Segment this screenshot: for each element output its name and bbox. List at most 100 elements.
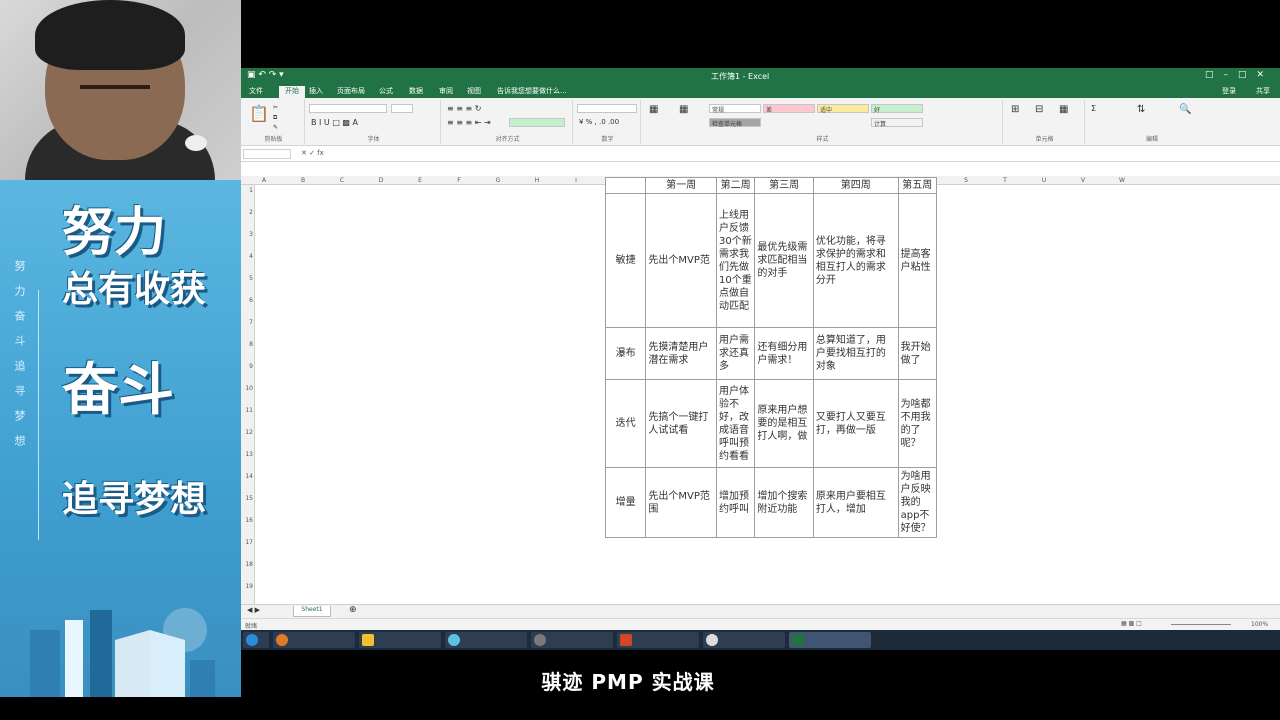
table-cell[interactable]: 我开始做了 <box>897 327 938 380</box>
taskbar-item-app-2[interactable] <box>531 632 613 648</box>
column-header[interactable]: C <box>337 177 347 184</box>
window-controls[interactable]: □–□✕ <box>1205 70 1274 80</box>
taskbar-item-browser[interactable] <box>273 632 355 648</box>
fx-icon[interactable]: ✕ ✓ fx <box>301 149 324 157</box>
taskbar-item-excel[interactable] <box>789 632 871 648</box>
sort-filter-icon[interactable]: ⇅ <box>1137 104 1145 115</box>
share-button[interactable]: 共享 <box>1256 86 1270 96</box>
name-box[interactable] <box>243 149 291 159</box>
tab-data[interactable]: 数据 <box>409 86 423 96</box>
table-header-cell[interactable]: 第三周 <box>754 177 814 194</box>
font-name-select[interactable] <box>309 104 387 113</box>
column-header[interactable]: A <box>259 177 269 184</box>
paste-icon[interactable]: 📋 <box>249 104 269 123</box>
find-select-icon[interactable]: 🔍 <box>1179 104 1191 115</box>
row-header[interactable]: 6 <box>243 297 253 304</box>
tab-home[interactable]: 开始 <box>279 86 305 98</box>
table-cell[interactable]: 又要打人又要互打，再做一版 <box>812 379 899 468</box>
table-cell[interactable]: 增加预约呼叫 <box>715 467 756 538</box>
login-link[interactable]: 登录 <box>1222 86 1236 96</box>
view-icons[interactable]: ▦ ▩ □ <box>1121 620 1142 627</box>
cut-icon[interactable]: ✂ <box>273 104 278 111</box>
row-header[interactable]: 15 <box>243 495 253 502</box>
number-format-icons[interactable]: ¥ % , .0 .00 <box>579 118 619 126</box>
table-header-cell[interactable]: 第二周 <box>715 177 756 194</box>
table-cell[interactable]: 为啥都不用我的了呢？ <box>897 379 938 468</box>
style-normal[interactable]: 常规 <box>709 104 761 114</box>
copy-icon[interactable]: ⧉ <box>273 114 277 122</box>
table-cell[interactable]: 最优先级需求匹配相当的对手 <box>754 193 814 328</box>
row-header[interactable]: 16 <box>243 517 253 524</box>
column-header[interactable]: H <box>532 177 542 184</box>
insert-cells-icon[interactable]: ⊞ <box>1011 104 1019 115</box>
row-header[interactable]: 8 <box>243 341 253 348</box>
row-header[interactable]: 13 <box>243 451 253 458</box>
autosum-icon[interactable]: Σ <box>1091 104 1096 113</box>
table-cell[interactable]: 先出个MVP范 <box>645 193 717 328</box>
row-header[interactable]: 11 <box>243 407 253 414</box>
tab-view[interactable]: 视图 <box>467 86 481 96</box>
style-check-cell[interactable]: 检查单元格 <box>709 118 761 128</box>
row-header[interactable]: 14 <box>243 473 253 480</box>
row-header[interactable]: 5 <box>243 275 253 282</box>
style-neutral[interactable]: 适中 <box>817 104 869 114</box>
column-header[interactable]: I <box>571 177 581 184</box>
row-header[interactable]: 7 <box>243 319 253 326</box>
tell-me-box[interactable]: 告诉我您想要做什么... <box>497 86 567 96</box>
table-cell[interactable]: 还有细分用户需求！ <box>754 327 814 380</box>
sheet-tab[interactable]: Sheet1 <box>293 606 331 617</box>
format-painter-icon[interactable]: ✎ <box>273 124 278 131</box>
merge-center-button[interactable] <box>509 118 565 127</box>
zoom-slider[interactable] <box>1171 624 1231 625</box>
sheet-nav-icons[interactable]: ◀ ▶ <box>247 606 260 614</box>
column-header[interactable]: F <box>454 177 464 184</box>
taskbar-item-explorer[interactable] <box>359 632 441 648</box>
tab-insert[interactable]: 插入 <box>309 86 323 96</box>
table-cell[interactable]: 原来用户想要的是相互打人啊，做 <box>754 379 814 468</box>
row-label-cell[interactable]: 迭代 <box>604 379 647 468</box>
table-cell[interactable]: 用户体验不好，改成语音呼叫预约看看 <box>715 379 756 468</box>
table-header-cell[interactable] <box>604 177 647 194</box>
column-header[interactable]: V <box>1078 177 1088 184</box>
column-header[interactable]: T <box>1000 177 1010 184</box>
taskbar-item-powerpoint[interactable] <box>617 632 699 648</box>
taskbar-item-app-3[interactable] <box>703 632 785 648</box>
table-header-cell[interactable]: 第一周 <box>645 177 717 194</box>
style-good[interactable]: 好 <box>871 104 923 114</box>
table-cell[interactable]: 增加个搜索附近功能 <box>754 467 814 538</box>
conditional-format-icon[interactable]: ▦ <box>649 104 658 115</box>
table-cell[interactable]: 优化功能，将寻求保护的需求和相互打人的需求分开 <box>812 193 899 328</box>
table-header-cell[interactable]: 第四周 <box>812 177 899 194</box>
delete-cells-icon[interactable]: ⊟ <box>1035 104 1043 115</box>
style-bad[interactable]: 差 <box>763 104 815 114</box>
row-header[interactable]: 2 <box>243 209 253 216</box>
add-sheet-icon[interactable]: ⊕ <box>349 605 357 615</box>
table-format-icon[interactable]: ▦ <box>679 104 688 115</box>
format-cells-icon[interactable]: ▦ <box>1059 104 1068 115</box>
row-header[interactable]: 12 <box>243 429 253 436</box>
table-cell[interactable]: 先搞个一键打人试试看 <box>645 379 717 468</box>
formula-input[interactable] <box>351 149 1271 159</box>
table-cell[interactable]: 先出个MVP范围 <box>645 467 717 538</box>
column-header[interactable]: B <box>298 177 308 184</box>
column-header[interactable]: W <box>1117 177 1127 184</box>
column-header[interactable]: G <box>493 177 503 184</box>
row-label-cell[interactable]: 敏捷 <box>604 193 647 328</box>
table-cell[interactable]: 总算知道了，用户要找相互打的对象 <box>812 327 899 380</box>
tab-file[interactable]: 文件 <box>249 86 263 96</box>
table-cell[interactable]: 用户需求还真多 <box>715 327 756 380</box>
column-header[interactable]: E <box>415 177 425 184</box>
row-label-cell[interactable]: 增量 <box>604 467 647 538</box>
column-header[interactable]: S <box>961 177 971 184</box>
number-format-select[interactable] <box>577 104 637 113</box>
start-button[interactable] <box>243 632 269 648</box>
align-icons[interactable]: ≡ ≡ ≡ ↻ <box>447 104 481 113</box>
font-size-select[interactable] <box>391 104 413 113</box>
font-color-icon[interactable]: B I U □ ▩ A <box>311 118 358 127</box>
column-header[interactable]: D <box>376 177 386 184</box>
row-header[interactable]: 19 <box>243 583 253 590</box>
align-icons-2[interactable]: ≡ ≡ ≡ ⇤ ⇥ <box>447 118 491 127</box>
row-header[interactable]: 1 <box>243 187 253 194</box>
table-cell[interactable]: 上线用户反馈30个新需求我们先做10个重点做自动匹配 <box>715 193 756 328</box>
row-header[interactable]: 10 <box>243 385 253 392</box>
